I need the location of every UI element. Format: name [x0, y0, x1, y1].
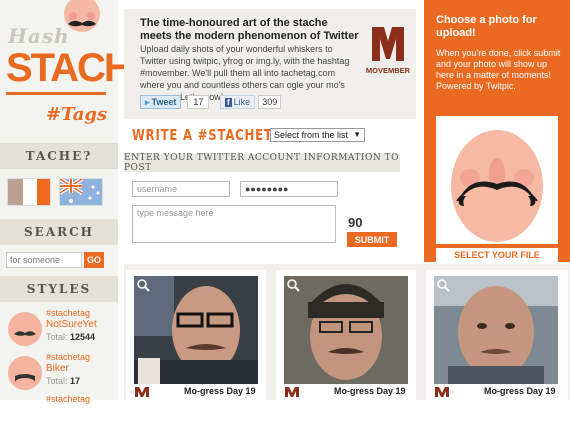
gallery-caption: Mo-gress Day 19 [184, 386, 256, 396]
logo-tags: #Tags [46, 104, 108, 125]
submit-button[interactable]: SUBMIT [347, 232, 397, 247]
style-tag: #stachetag [46, 394, 91, 404]
style-tag: #stachetag [46, 308, 91, 318]
stachetag-select[interactable]: Select from the list ▼ [270, 128, 365, 142]
search-heading: SEARCH [0, 219, 118, 245]
intro-panel: The time-honoured art of the stache meet… [124, 9, 416, 119]
upload-body: When you're done, click submit and your … [436, 48, 561, 91]
password-field[interactable]: ●●●●●●●● [240, 181, 338, 197]
tweet-count: 17 [187, 95, 210, 109]
gallery-photo[interactable] [134, 276, 258, 384]
tweet-label: ▸ Tweet [140, 95, 182, 109]
like-button[interactable]: f Like 309 [220, 95, 282, 109]
movember-logo-icon[interactable]: MOVEMBER [366, 21, 410, 77]
style-name[interactable]: Biker [46, 363, 69, 374]
intro-body: Upload daily shots of your wonderful whi… [140, 44, 350, 102]
gallery-caption: Mo-gress Day 19 [334, 386, 406, 396]
ireland-flag-icon [8, 179, 50, 205]
styles-heading: STYLES [0, 276, 118, 302]
flag-ireland[interactable] [7, 178, 51, 206]
movember-logo-icon [435, 387, 449, 397]
tweet-text: Tweet [151, 97, 177, 107]
message-textarea[interactable]: type message here [132, 205, 336, 243]
twitter-info-banner: ENTER YOUR TWITTER ACCOUNT INFORMATION T… [124, 153, 400, 173]
movember-text: MOVEMBER [366, 66, 410, 75]
tweet-button[interactable]: ▸ Tweet 17 [140, 95, 210, 109]
like-label: f Like [220, 95, 256, 109]
zoom-icon[interactable] [136, 278, 150, 292]
select-file-button[interactable]: SELECT YOUR FILE [436, 248, 558, 262]
upload-panel: Choose a photo for upload! When you're d… [424, 0, 570, 262]
character-count: 90 [348, 215, 363, 230]
australia-flag-icon [60, 179, 102, 205]
mustache-avatar-icon [8, 312, 42, 346]
gallery-card[interactable]: Mo-gress Day 19 [126, 270, 266, 400]
like-text: Like [233, 97, 251, 107]
twitter-bird-icon: ▸ [145, 96, 150, 107]
gallery-caption: Mo-gress Day 19 [484, 386, 556, 396]
flag-australia[interactable] [59, 178, 103, 206]
tache-heading: TACHE? [0, 143, 118, 169]
like-count: 309 [258, 95, 282, 109]
photo-man-beanie [284, 276, 408, 384]
search-input[interactable]: for someone [6, 252, 82, 268]
upload-preview [436, 116, 558, 244]
gallery-card[interactable]: Mo-gress Day 19 [276, 270, 416, 400]
movember-logo-icon [285, 387, 299, 397]
gallery-card[interactable]: Mo-gress Day 19 [426, 270, 568, 400]
photo-man-glasses [134, 276, 258, 384]
search-go-button[interactable]: GO [84, 252, 104, 268]
chevron-down-icon: ▼ [353, 130, 361, 139]
mustache-avatar-icon [8, 356, 42, 390]
zoom-icon[interactable] [286, 278, 300, 292]
username-field[interactable]: username [132, 181, 230, 197]
gallery-photo[interactable] [434, 276, 558, 384]
style-total: Total: 12544 [46, 332, 96, 342]
style-name[interactable]: NotSureYet [46, 319, 97, 330]
style-total: Total: 17 [46, 376, 81, 386]
mustache-face-icon [436, 116, 558, 244]
logo-stache: STACHE [6, 44, 157, 95]
select-value: Select from the list [274, 130, 349, 140]
upload-title: Choose a photo for upload! [436, 14, 537, 39]
movember-logo-icon [135, 387, 149, 397]
photo-bald-man [434, 276, 558, 384]
gallery-photo[interactable] [284, 276, 408, 384]
style-tag: #stachetag [46, 352, 91, 362]
intro-title: The time-honoured art of the stache meet… [140, 17, 359, 42]
facebook-icon: f [225, 97, 232, 107]
zoom-icon[interactable] [436, 278, 450, 292]
